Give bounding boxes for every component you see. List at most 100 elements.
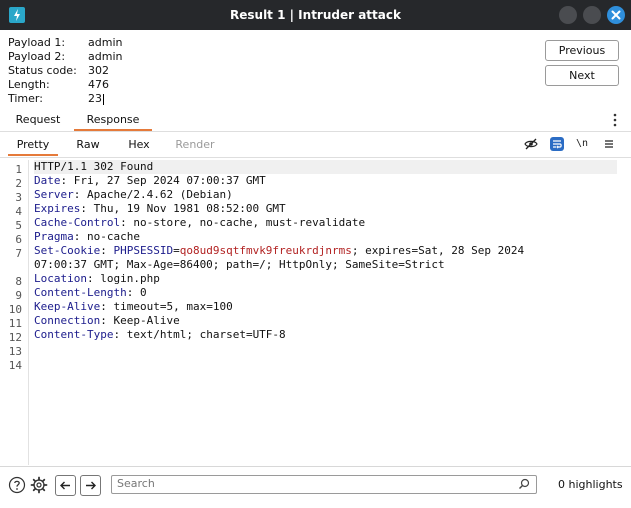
search-bar: 0 highlights	[0, 466, 631, 508]
line-number-gutter: 1 2 3 4 5 6 7 8 9 10 11 12 13 14	[0, 160, 29, 465]
tab-response[interactable]: Response	[74, 110, 152, 131]
cookie-attributes: ; expires=Sat, 28 Sep 2024	[351, 244, 525, 257]
length-value: 476	[88, 78, 109, 91]
more-options-icon[interactable]	[612, 113, 618, 130]
header-value: no-cache	[87, 230, 140, 243]
payload1-value: admin	[88, 36, 123, 49]
set-cookie-line: Set-Cookie: PHPSESSID=qo8ud9sqtfmvk9freu…	[34, 244, 525, 257]
tab-raw[interactable]: Raw	[70, 136, 106, 154]
search-input[interactable]	[117, 476, 507, 491]
header-value: login.php	[100, 272, 160, 285]
next-button[interactable]: Next	[545, 65, 619, 86]
timer-row: Timer: 23	[8, 92, 208, 106]
timer-value: 23	[88, 92, 102, 105]
header-line: Keep-Alive: timeout=5, max=100	[34, 300, 233, 313]
header-key: Expires	[34, 202, 81, 215]
tab-pretty[interactable]: Pretty	[8, 136, 58, 156]
forward-arrow-icon[interactable]	[80, 475, 101, 496]
line-number: 12	[8, 331, 22, 344]
length-row: Length: 476	[8, 78, 208, 92]
line-number: 13	[8, 345, 22, 358]
close-icon[interactable]	[607, 6, 625, 24]
minimize-icon[interactable]	[559, 6, 577, 24]
header-key: Set-Cookie	[34, 244, 101, 257]
status-code-label: Status code:	[8, 64, 77, 77]
newline-icon[interactable]: \n	[575, 137, 589, 151]
header-value: Fri, 27 Sep 2024 07:00:37 GMT	[73, 174, 266, 187]
header-value: timeout=5, max=100	[113, 300, 233, 313]
line-number: 9	[15, 289, 22, 302]
header-line: Connection: Keep-Alive	[34, 314, 180, 327]
line-number: 14	[8, 359, 22, 372]
header-value: text/html; charset=UTF-8	[126, 328, 286, 341]
tab-render[interactable]: Render	[172, 136, 218, 154]
payload1-row: Payload 1: admin	[8, 36, 208, 50]
text-cursor	[103, 93, 104, 105]
search-field[interactable]	[111, 475, 537, 494]
payload2-label: Payload 2:	[8, 50, 66, 63]
cookie-name: PHPSESSID	[113, 244, 174, 257]
header-line: Date: Fri, 27 Sep 2024 07:00:37 GMT	[34, 174, 266, 187]
line-number: 6	[15, 233, 22, 246]
header-value: 0	[139, 286, 147, 299]
length-label: Length:	[8, 78, 50, 91]
title-bar: Result 1 | Intruder attack	[0, 0, 631, 30]
header-line: Content-Type: text/html; charset=UTF-8	[34, 328, 286, 341]
maximize-icon[interactable]	[583, 6, 601, 24]
message-tabs: Request Response	[0, 110, 631, 131]
header-key: Keep-Alive	[34, 300, 101, 313]
result-info: Payload 1: admin Payload 2: admin Status…	[8, 36, 208, 106]
payload1-label: Payload 1:	[8, 36, 66, 49]
header-value: Apache/2.4.62 (Debian)	[87, 188, 233, 201]
status-line: HTTP/1.1 302 Found	[34, 160, 617, 174]
status-code-row: Status code: 302	[8, 64, 208, 78]
timer-label: Timer:	[8, 92, 43, 105]
cookie-value: qo8ud9sqtfmvk9freukrdjnrms	[179, 244, 352, 257]
header-key: Content-Length	[34, 286, 127, 299]
payload2-row: Payload 2: admin	[8, 50, 208, 64]
header-value: Keep-Alive	[113, 314, 180, 327]
payload2-value: admin	[88, 50, 123, 63]
header-key: Location	[34, 272, 87, 285]
help-icon[interactable]	[8, 476, 26, 494]
line-number: 5	[15, 219, 22, 232]
highlights-count: 0 highlights	[558, 478, 623, 491]
header-line: Location: login.php	[34, 272, 160, 285]
menu-icon[interactable]	[602, 137, 616, 151]
line-number: 8	[15, 275, 22, 288]
timer-value-wrap[interactable]: 23	[88, 92, 104, 106]
header-key: Server	[34, 188, 74, 201]
header-line: Cache-Control: no-store, no-cache, must-…	[34, 216, 366, 229]
header-line: Content-Length: 0	[34, 286, 147, 299]
response-editor[interactable]: 1 2 3 4 5 6 7 8 9 10 11 12 13 14 HTTP/1.…	[0, 160, 631, 465]
previous-button[interactable]: Previous	[545, 40, 619, 61]
header-key: Connection	[34, 314, 101, 327]
header-line: Pragma: no-cache	[34, 230, 140, 243]
wrap-lines-icon[interactable]	[550, 137, 564, 151]
tab-hex[interactable]: Hex	[122, 136, 156, 154]
header-key: Date	[34, 174, 61, 187]
divider	[0, 157, 631, 158]
line-number: 7	[15, 247, 22, 260]
line-number: 11	[8, 317, 22, 330]
header-key: Pragma	[34, 230, 74, 243]
line-number: 2	[15, 177, 22, 190]
header-line: Server: Apache/2.4.62 (Debian)	[34, 188, 233, 201]
back-arrow-icon[interactable]	[55, 475, 76, 496]
hide-icon[interactable]	[524, 137, 538, 151]
header-key: Cache-Control	[34, 216, 121, 229]
header-value: Thu, 19 Nov 1981 08:52:00 GMT	[93, 202, 286, 215]
search-icon[interactable]	[518, 478, 530, 493]
window-title: Result 1 | Intruder attack	[230, 8, 401, 22]
tab-request[interactable]: Request	[8, 110, 68, 129]
status-code-value: 302	[88, 64, 109, 77]
line-number: 4	[15, 205, 22, 218]
settings-icon[interactable]	[30, 476, 48, 494]
line-number: 10	[8, 303, 22, 316]
header-key: Content-Type	[34, 328, 114, 341]
header-value: no-store, no-cache, must-revalidate	[133, 216, 366, 229]
set-cookie-continuation: 07:00:37 GMT; Max-Age=86400; path=/; Htt…	[34, 258, 445, 271]
header-line: Expires: Thu, 19 Nov 1981 08:52:00 GMT	[34, 202, 286, 215]
line-number: 1	[15, 163, 22, 176]
line-number: 3	[15, 191, 22, 204]
